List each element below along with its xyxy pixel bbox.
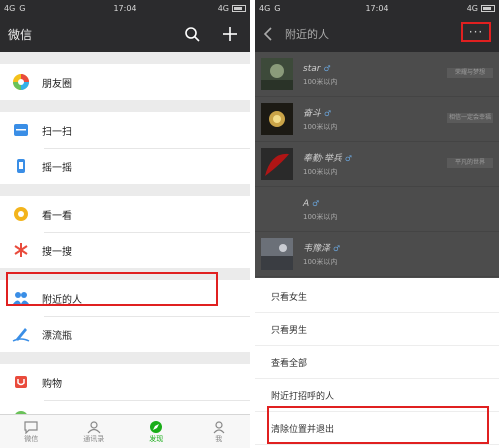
male-icon: ♂ (324, 109, 332, 118)
chats-icon (24, 420, 38, 434)
person-name: 韦豫泽 (303, 244, 331, 254)
more-options-button[interactable]: ··· (461, 22, 491, 42)
battery-icon (481, 4, 495, 12)
people-nearby-screen: 4G G 17:04 4G 附近的人 ··· star ♂ 100米以内 荣耀与梦想… (255, 0, 499, 448)
tab-label: 微信 (24, 434, 39, 443)
person-distance: 100米以内 (303, 123, 338, 131)
person-name: 奋斗 (303, 109, 322, 119)
person-distance: 100米以内 (303, 213, 338, 221)
tab-label: 发现 (149, 434, 164, 443)
male-icon: ♂ (323, 64, 331, 73)
moments-icon (12, 73, 30, 91)
menu-item-label: 漂流瓶 (42, 330, 72, 342)
person-signature: 相信一定会幸福 (447, 113, 493, 123)
drift-bottle-icon (12, 325, 30, 343)
shopping-icon (12, 373, 30, 391)
list-item[interactable]: 奉勤·举兵 ♂ 100米以内 平凡的世界 (255, 142, 499, 187)
menu-item-label: 搜一搜 (42, 246, 72, 258)
menu-item-scan[interactable]: 扫一扫 (0, 112, 250, 148)
menu-item-label: 购物 (42, 378, 62, 390)
status-bar: 4G G 17:04 4G (0, 0, 250, 16)
menu-item-moments[interactable]: 朋友圈 (0, 64, 250, 100)
people-nearby-header: 附近的人 ··· (255, 16, 499, 52)
back-arrow-icon[interactable] (263, 27, 273, 41)
tab-contacts[interactable]: 通讯录 (63, 415, 126, 448)
bottom-tab-bar: 微信 通讯录 发现 我 (0, 414, 250, 448)
battery-icon (232, 4, 246, 12)
tab-me[interactable]: 我 (188, 415, 251, 448)
status-time: 17:04 (113, 3, 137, 13)
status-bar: 4G G 17:04 4G (255, 0, 499, 16)
menu-item-drift-bottle[interactable]: 漂流瓶 (0, 316, 250, 352)
discover-header: 微信 (0, 16, 250, 52)
people-nearby-highlight (6, 272, 218, 306)
person-name: star (303, 64, 321, 74)
list-item[interactable]: 韦豫泽 ♂ 100米以内 (255, 232, 499, 277)
menu-item-shopping[interactable]: 购物 (0, 364, 250, 400)
discover-icon (150, 420, 163, 433)
avatar (261, 103, 293, 135)
person-name: A (303, 199, 310, 209)
status-time: 17:04 (365, 3, 389, 13)
tab-label: 我 (215, 434, 223, 443)
menu-item-view-all[interactable]: 查看全部 (255, 346, 499, 379)
male-icon: ♂ (312, 199, 320, 208)
menu-item-shake[interactable]: 摇一摇 (0, 148, 250, 184)
top-stories-icon (12, 205, 30, 223)
search-star-icon (12, 241, 30, 259)
menu-item-label: 朋友圈 (42, 78, 72, 90)
menu-item-label: 摇一摇 (42, 162, 72, 174)
list-item[interactable]: A ♂ 100米以内 (255, 187, 499, 232)
page-title: 微信 (8, 27, 33, 42)
clear-location-highlight (267, 406, 489, 444)
avatar (261, 58, 293, 90)
add-icon[interactable] (222, 26, 238, 42)
person-signature: 荣耀与梦想 (447, 68, 493, 78)
discover-screen: 4G G 17:04 4G 微信 朋友圈 扫一扫 摇一摇 看一看 搜一搜 附近的… (0, 0, 250, 448)
page-title: 附近的人 (285, 28, 329, 41)
menu-item-label: 扫一扫 (42, 126, 72, 138)
menu-item-female-only[interactable]: 只看女生 (255, 280, 499, 313)
search-icon[interactable] (184, 26, 200, 42)
scan-icon (12, 121, 30, 139)
menu-item-search[interactable]: 搜一搜 (0, 232, 250, 268)
person-distance: 100米以内 (303, 168, 338, 176)
male-icon: ♂ (344, 154, 353, 163)
contacts-icon (87, 420, 101, 433)
tab-chats[interactable]: 微信 (0, 415, 63, 448)
person-name: 奉勤·举兵 (303, 154, 342, 164)
person-signature: 平凡的世界 (447, 158, 493, 168)
me-icon (213, 420, 225, 433)
person-distance: 100米以内 (303, 78, 338, 86)
menu-item-male-only[interactable]: 只看男生 (255, 313, 499, 346)
people-list: star ♂ 100米以内 荣耀与梦想 奋斗 ♂ 100米以内 相信一定会幸福 奉勤… (255, 52, 499, 278)
avatar (261, 193, 293, 225)
male-icon: ♂ (333, 244, 341, 253)
list-item[interactable]: 奋斗 ♂ 100米以内 相信一定会幸福 (255, 97, 499, 142)
menu-item-label: 看一看 (42, 210, 72, 222)
menu-item-top-stories[interactable]: 看一看 (0, 196, 250, 232)
person-distance: 100米以内 (303, 258, 338, 266)
shake-icon (12, 157, 30, 175)
tab-label: 通讯录 (83, 434, 105, 443)
list-item[interactable]: star ♂ 100米以内 荣耀与梦想 (255, 52, 499, 97)
avatar (261, 148, 293, 180)
tab-discover[interactable]: 发现 (125, 415, 188, 448)
avatar (261, 238, 293, 270)
